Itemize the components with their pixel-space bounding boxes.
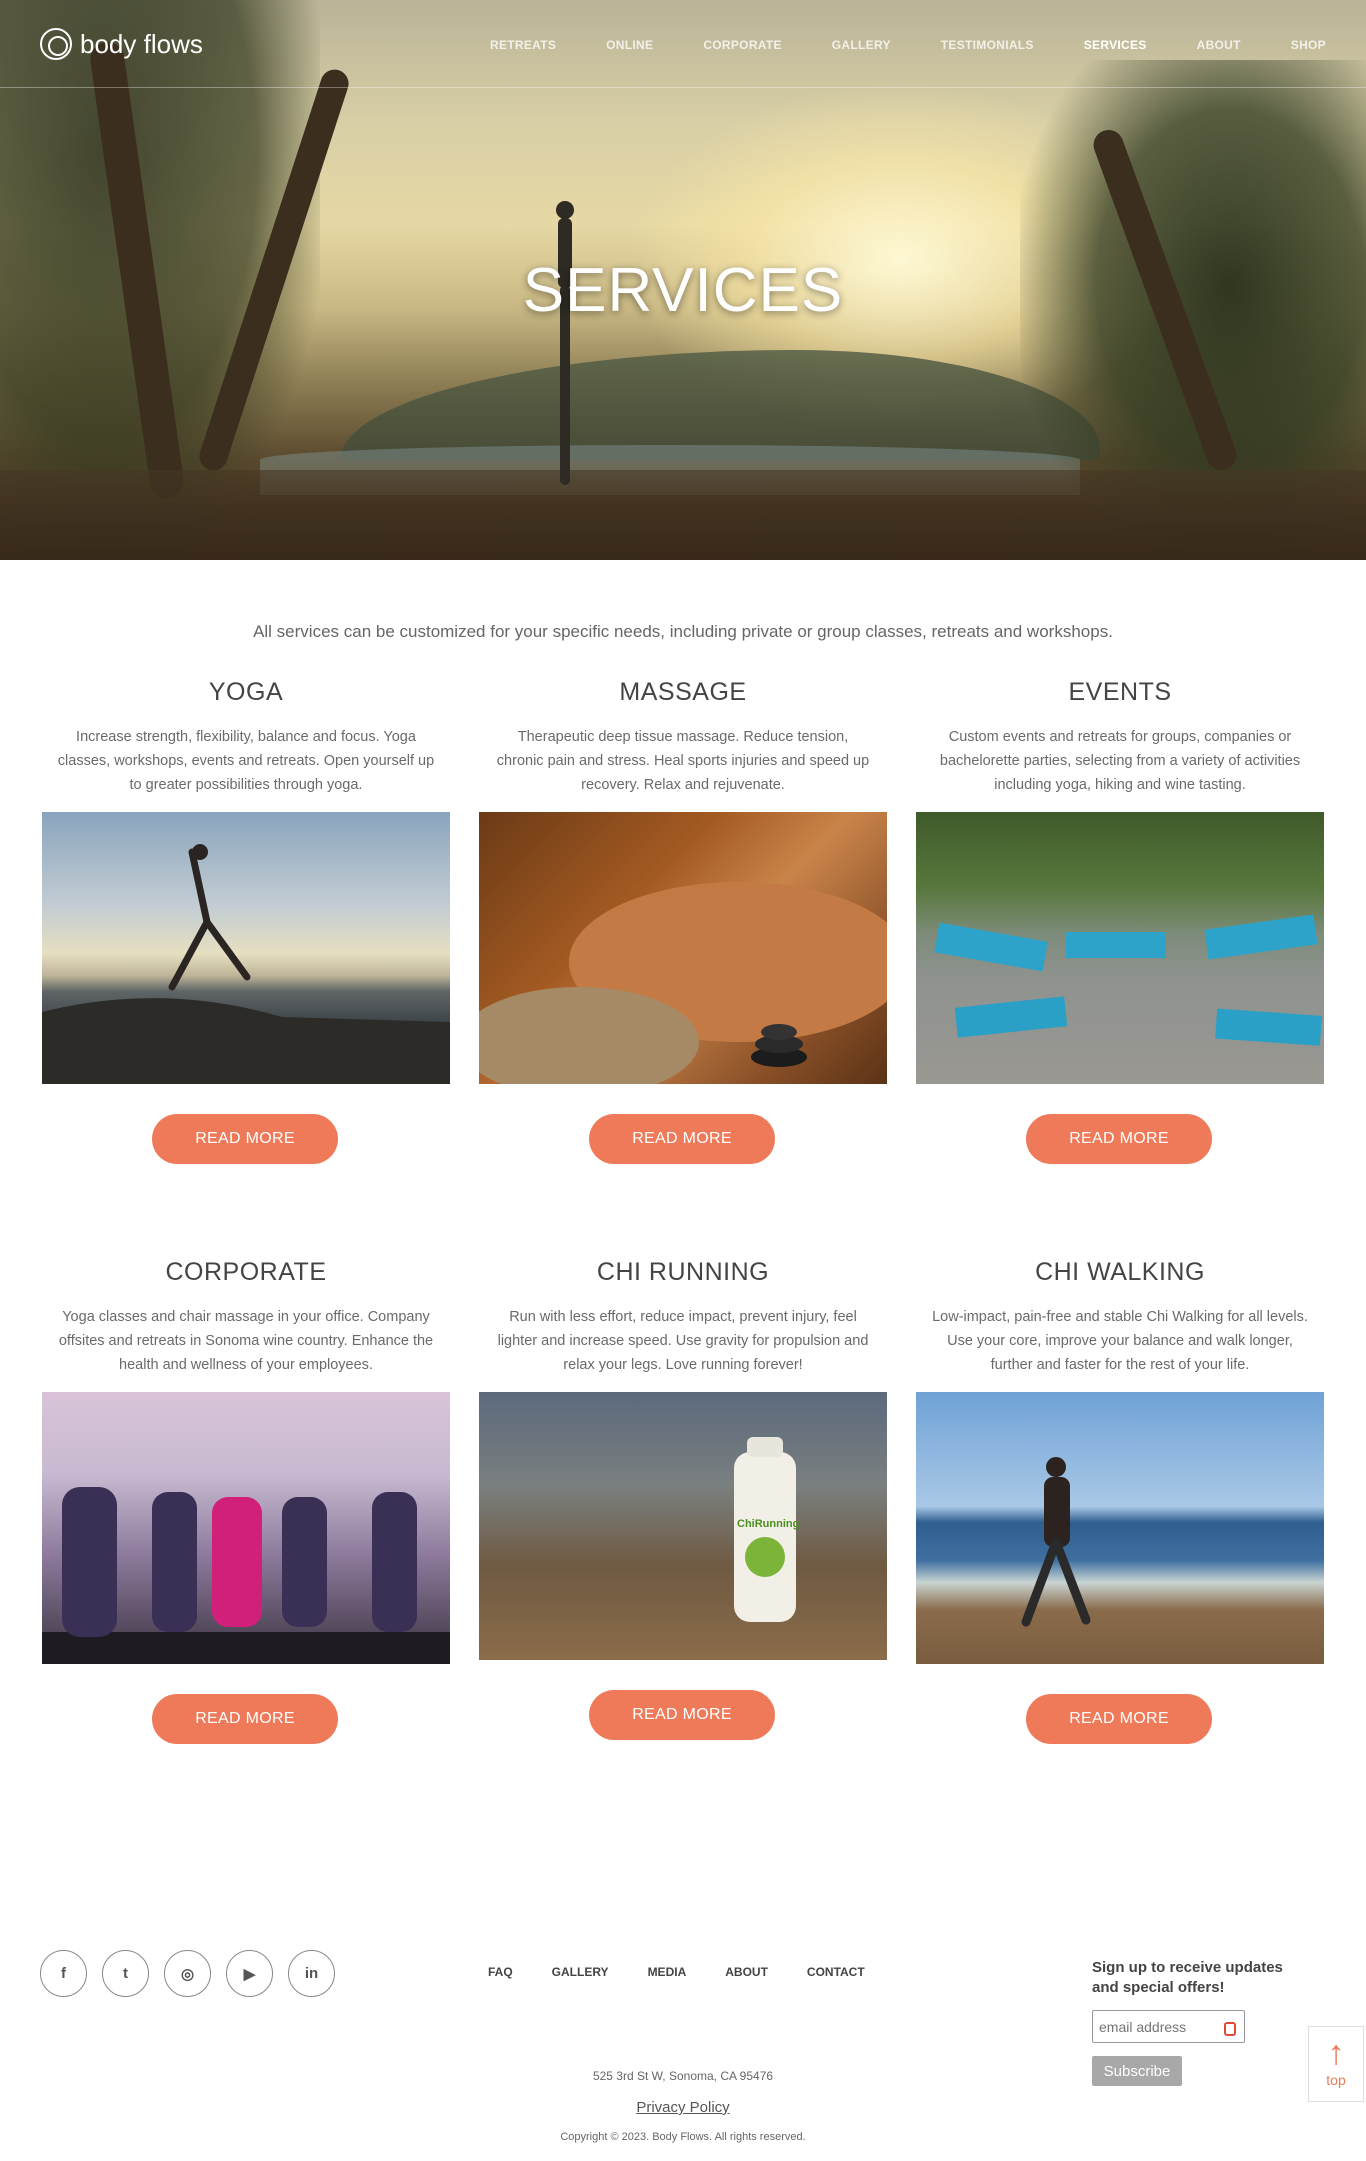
service-description: Run with less effort, reduce impact, pre… [497,1309,869,1373]
read-more-button[interactable]: READ MORE [1026,1114,1212,1164]
nav-item-corporate[interactable]: CORPORATE [703,38,781,52]
service-title: CORPORATE [165,1258,327,1286]
back-to-top-button[interactable]: ↑ top [1308,2026,1364,2102]
events-scene [934,914,1322,1046]
service-title: MASSAGE [619,678,747,706]
read-more-button[interactable]: READ MORE [152,1694,338,1744]
instagram-icon[interactable]: ◎ [164,1950,211,1997]
nav-item-shop[interactable]: SHOP [1291,38,1326,52]
social-links: f t ◎ ▶ in [40,1950,335,1997]
service-description: Increase strength, flexibility, balance … [57,729,435,793]
read-more-button[interactable]: READ MORE [152,1114,338,1164]
logo-icon [40,28,72,60]
service-description: Yoga classes and chair massage in your o… [58,1309,434,1373]
corporate-image[interactable] [42,1392,450,1664]
read-more-button[interactable]: READ MORE [589,1114,775,1164]
yoga-image[interactable] [42,812,450,1084]
massage-scene [479,882,887,1084]
lock-icon [1224,2022,1236,2036]
service-description: Custom events and retreats for groups, c… [939,729,1301,793]
footer-nav: FAQ GALLERY MEDIA ABOUT CONTACT [488,1965,904,1979]
service-card-corporate: CORPORATE Yoga classes and chair massage… [42,1258,450,1748]
nav-item-testimonials[interactable]: TESTIMONIALS [941,38,1034,52]
logo[interactable]: body flows [40,28,203,60]
hero-title: SERVICES [522,256,844,325]
massage-image[interactable] [479,812,887,1084]
chi-running-image[interactable]: ChiRunning [479,1392,887,1660]
main-nav: RETREATS ONLINE CORPORATE GALLERY TESTIM… [440,38,1326,52]
water-bottle [734,1437,796,1622]
nav-item-services[interactable]: SERVICES [1084,38,1147,52]
walking-figure [1021,1457,1091,1627]
events-image[interactable] [916,812,1324,1084]
footer-link-gallery[interactable]: GALLERY [552,1965,609,1979]
top-label: top [1326,2072,1346,2088]
footer-link-about[interactable]: ABOUT [725,1965,768,1979]
twitter-icon[interactable]: t [102,1950,149,1997]
youtube-icon[interactable]: ▶ [226,1950,273,1997]
linkedin-icon[interactable]: in [288,1950,335,1997]
arrow-up-icon: ↑ [1327,2034,1345,2072]
service-card-yoga: YOGA Increase strength, flexibility, bal… [42,678,450,1168]
signup-text: Sign up to receive updates and special o… [1092,1959,1283,1996]
service-card-chi-running: CHI RUNNING Run with less effort, reduce… [479,1258,887,1748]
footer-link-media[interactable]: MEDIA [648,1965,687,1979]
service-description: Low-impact, pain-free and stable Chi Wal… [932,1309,1308,1373]
yoga-pose-figure [42,844,450,1084]
logo-text: body flows [80,28,203,59]
service-title: EVENTS [1068,678,1172,706]
service-description: Therapeutic deep tissue massage. Reduce … [496,729,870,793]
nav-item-retreats[interactable]: RETREATS [490,38,556,52]
email-field[interactable] [1092,2010,1245,2043]
read-more-button[interactable]: READ MORE [589,1690,775,1740]
bottle-label: ChiRunning [737,1518,800,1530]
address: 525 3rd St W, Sonoma, CA 95476 [592,2069,774,2083]
service-card-massage: MASSAGE Therapeutic deep tissue massage.… [479,678,887,1168]
service-card-events: EVENTS Custom events and retreats for gr… [916,678,1324,1168]
site-header: body flows RETREATS ONLINE CORPORATE GAL… [0,0,1366,88]
service-title: YOGA [208,678,284,706]
nav-item-online[interactable]: ONLINE [606,38,653,52]
service-title: CHI RUNNING [596,1258,770,1286]
service-title: CHI WALKING [1035,1258,1205,1286]
service-card-chi-walking: CHI WALKING Low-impact, pain-free and st… [916,1258,1324,1748]
privacy-policy-link[interactable]: Privacy Policy [0,2099,1366,2116]
copyright: Copyright © 2023. Body Flows. All rights… [560,2131,806,2143]
nav-item-gallery[interactable]: GALLERY [832,38,891,52]
nav-item-about[interactable]: ABOUT [1197,38,1241,52]
corporate-scene [42,1487,450,1664]
intro-text: All services can be customized for your … [253,622,1113,641]
facebook-icon[interactable]: f [40,1950,87,1997]
footer-link-faq[interactable]: FAQ [488,1965,513,1979]
footer-link-contact[interactable]: CONTACT [807,1965,865,1979]
newsletter-signup: Sign up to receive updates and special o… [1092,1958,1312,2086]
read-more-button[interactable]: READ MORE [1026,1694,1212,1744]
yoga-figure [556,201,574,485]
chi-walking-image[interactable] [916,1392,1324,1664]
